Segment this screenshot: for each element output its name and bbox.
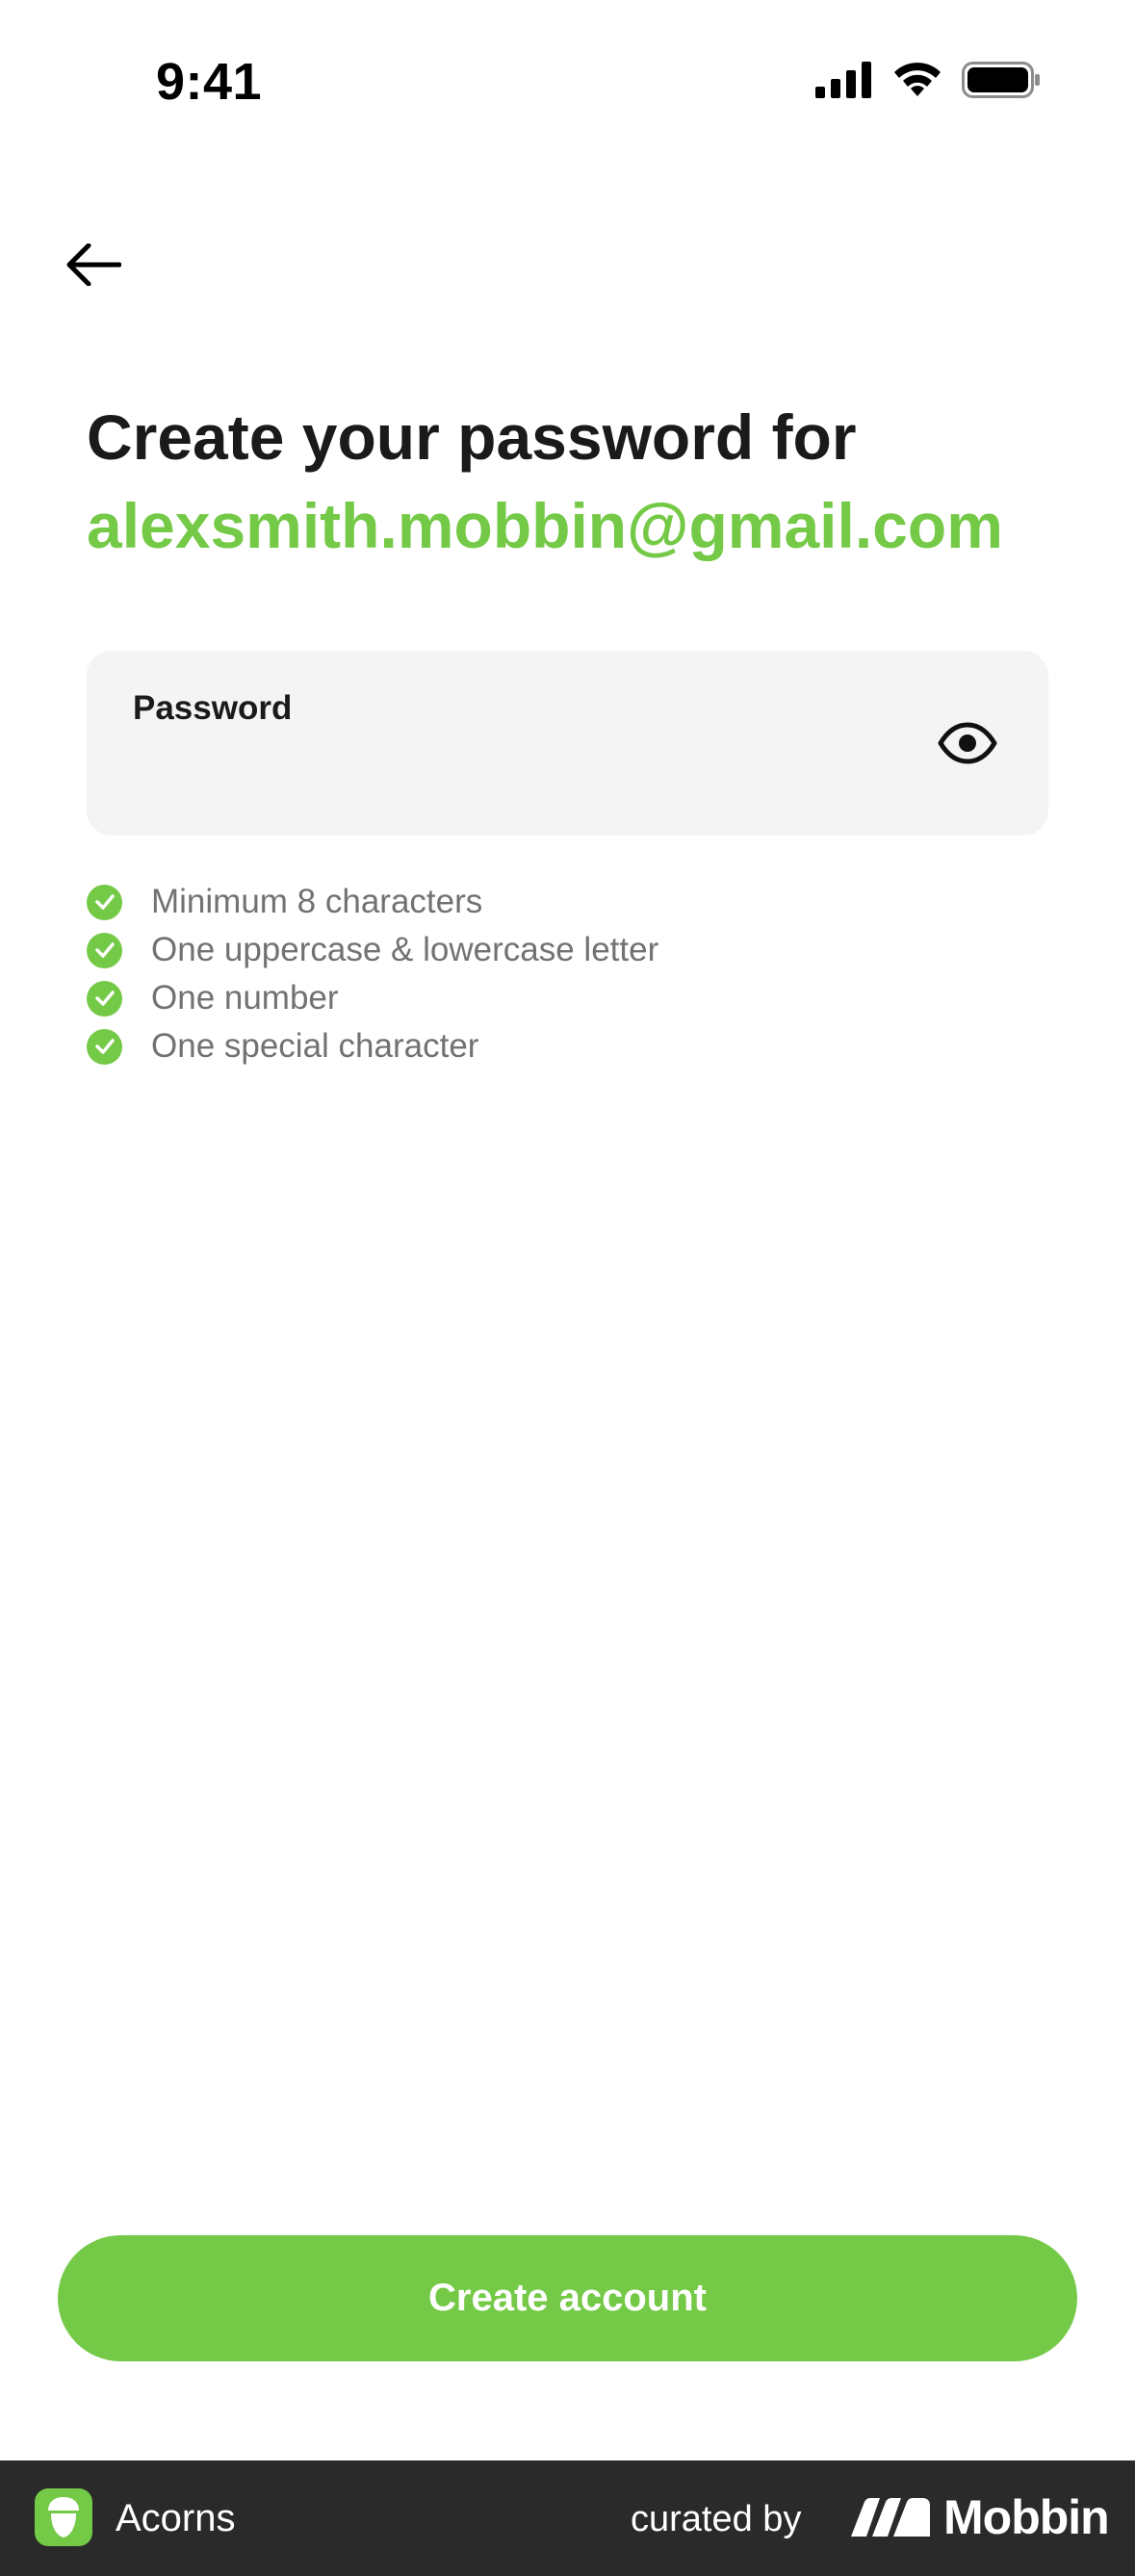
wifi-icon [894,63,941,96]
check-circle-icon [87,932,122,968]
password-requirements: Minimum 8 characters One uppercase & low… [87,878,658,1070]
email-address: alexsmith.mobbin@gmail.com [87,490,1003,561]
back-button[interactable] [60,231,127,298]
signal-icon [815,62,871,98]
status-bar: 9:41 [0,0,1135,168]
status-time: 9:41 [156,53,263,111]
password-field[interactable]: Password [87,651,1048,836]
requirement-text: One special character [151,1027,479,1065]
requirement-item: Minimum 8 characters [87,878,658,926]
check-circle-icon [87,980,122,1017]
page-title: Create your password for alexsmith.mobbi… [87,393,1059,570]
requirement-item: One uppercase & lowercase letter [87,926,658,974]
eye-icon [938,722,997,764]
status-icons [815,62,1041,98]
app-name: Acorns [116,2497,236,2539]
mobbin-brand: Mobbin [851,2489,1110,2545]
battery-icon [962,62,1040,98]
check-circle-icon [87,884,122,920]
create-account-button[interactable]: Create account [58,2235,1077,2361]
arrow-left-icon [66,244,121,286]
requirement-item: One number [87,974,658,1022]
mobbin-logo-icon [851,2498,930,2537]
acorn-icon [35,2488,92,2546]
brand-name: Mobbin [943,2490,1110,2544]
password-label: Password [133,689,293,727]
requirement-item: One special character [87,1022,658,1070]
password-input[interactable] [133,747,903,805]
curated-by-text: curated by [631,2499,802,2539]
requirement-text: Minimum 8 characters [151,883,483,920]
check-circle-icon [87,1028,122,1065]
show-password-toggle[interactable] [937,714,998,772]
footer-bar: Acorns curated by Mobbin [0,2460,1135,2576]
requirement-text: One number [151,979,339,1017]
title-text: Create your password for [87,401,857,473]
requirement-text: One uppercase & lowercase letter [151,931,659,968]
